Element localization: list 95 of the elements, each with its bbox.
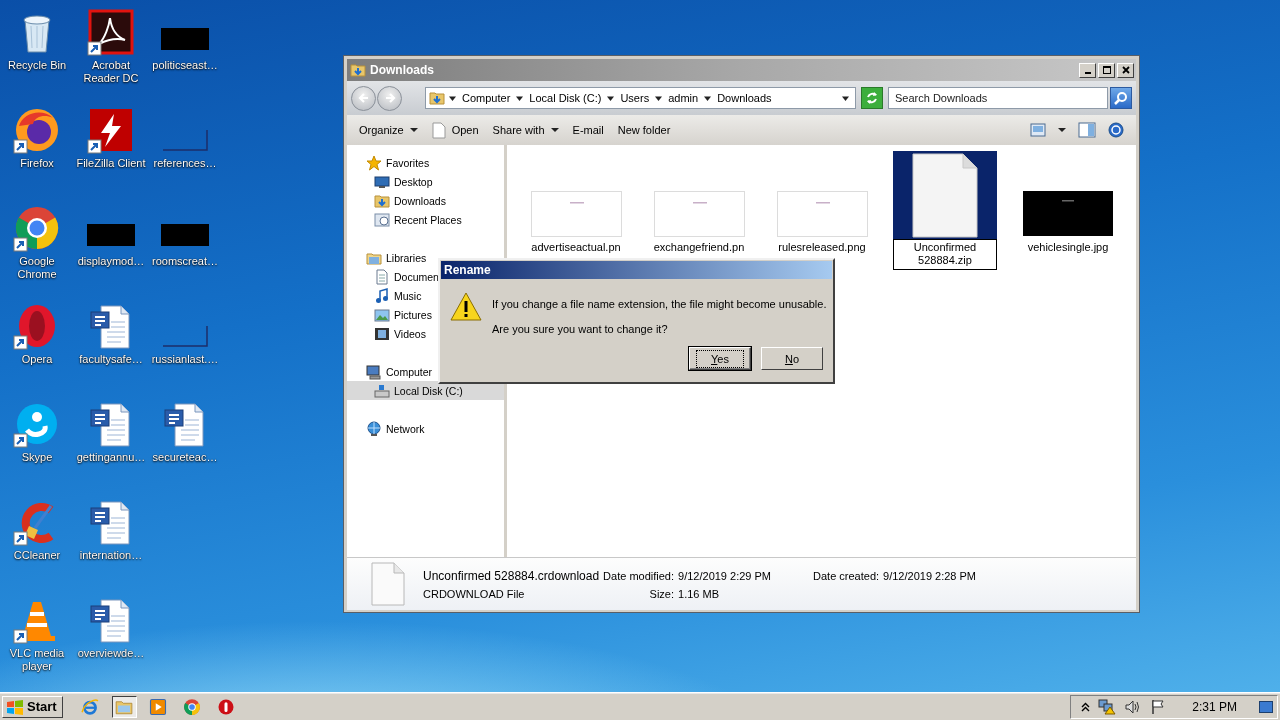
help-icon[interactable] <box>1108 122 1124 138</box>
flag-icon[interactable] <box>1150 698 1167 715</box>
breadcrumb-arrow-icon[interactable] <box>704 94 712 102</box>
filezilla-icon[interactable] <box>87 106 135 154</box>
icon-label[interactable]: Opera <box>21 353 53 366</box>
search-field[interactable]: Search Downloads <box>888 87 1108 109</box>
document-icon <box>374 268 390 285</box>
icon-label[interactable]: Skype <box>21 451 53 464</box>
icon-label[interactable]: Recycle Bin <box>7 59 67 72</box>
breadcrumb-item[interactable]: Computer <box>460 92 513 104</box>
dialog-question: Are you sure you want to change it? <box>492 323 669 335</box>
hard-disk-icon <box>374 382 390 399</box>
folder-icon <box>429 90 445 106</box>
back-button[interactable] <box>351 85 376 111</box>
recent-places-icon <box>374 211 390 228</box>
caret-icon <box>550 126 559 134</box>
nav-item[interactable]: Network <box>347 419 504 438</box>
dialog-button[interactable]: No <box>761 347 823 370</box>
forward-button[interactable] <box>377 85 402 111</box>
toolbar-button[interactable]: E-mail <box>566 121 610 139</box>
preview-pane-icon[interactable] <box>1078 122 1096 138</box>
windows-logo-icon <box>6 698 24 715</box>
dropdown-caret-icon[interactable] <box>842 94 849 102</box>
music-note-icon <box>374 287 390 304</box>
icon-label[interactable]: displaymod… <box>77 255 145 268</box>
icon-label[interactable]: gettingannu… <box>76 451 146 464</box>
downloads-folder-icon <box>374 192 390 209</box>
file-icon <box>371 562 405 606</box>
icon-label[interactable]: Acrobat Reader DC <box>74 59 148 85</box>
nav-item[interactable]: Recent Places <box>347 210 504 229</box>
icon-label[interactable]: internation… <box>79 549 143 562</box>
icon-label[interactable]: CCleaner <box>13 549 61 562</box>
clock[interactable]: 2:31 PM <box>1192 699 1237 714</box>
file-name[interactable]: Unconfirmed 528884.zip <box>893 239 997 270</box>
computer-icon <box>366 363 382 380</box>
file-name[interactable]: advertiseactual.pn <box>524 239 628 257</box>
nav-item[interactable]: Desktop <box>347 172 504 191</box>
caret-icon <box>409 126 418 134</box>
caret-icon[interactable] <box>1058 126 1066 134</box>
field-label: Date modified: <box>603 569 675 582</box>
dialog-title: Rename <box>444 263 491 277</box>
icon-label[interactable]: FileZilla Client <box>76 157 146 170</box>
pictures-icon <box>374 306 390 323</box>
toolbar-button[interactable]: New folder <box>611 121 677 139</box>
icon-label[interactable]: Firefox <box>20 157 54 170</box>
chevron-icon[interactable] <box>1081 700 1091 713</box>
firefox-icon[interactable] <box>13 106 61 154</box>
dialog-button[interactable]: Yes <box>689 347 751 370</box>
icon-label[interactable]: references… <box>153 157 217 170</box>
field-label: Size: <box>649 587 675 600</box>
network-icon[interactable] <box>1098 698 1117 715</box>
file-name[interactable]: rulesreleased.png <box>770 239 874 257</box>
folder-icon <box>350 62 366 78</box>
icon-label[interactable]: roomscreat… <box>152 255 218 268</box>
breadcrumb-arrow-icon[interactable] <box>449 94 456 102</box>
film-icon <box>374 325 390 342</box>
icon-label[interactable]: russianlast.… <box>151 353 219 366</box>
icon-label[interactable]: politicseast… <box>152 59 218 72</box>
show-desktop-icon[interactable] <box>1259 700 1273 713</box>
file-name[interactable]: exchangefriend.pn <box>647 239 751 257</box>
start-button[interactable]: Start <box>2 695 63 718</box>
icon-label[interactable]: Google Chrome <box>0 255 74 281</box>
network-globe-icon <box>366 420 382 437</box>
breadcrumb-item[interactable]: admin <box>666 92 701 104</box>
dialog-message: If you change a file name extension, the file might become unusable. <box>492 298 827 310</box>
icon-label[interactable]: facultysafe… <box>79 353 143 366</box>
chrome-icon[interactable] <box>13 204 61 252</box>
breadcrumb-arrow-icon[interactable] <box>607 94 615 102</box>
star-icon <box>366 154 382 171</box>
open-button[interactable]: Open <box>425 118 485 142</box>
menu-button[interactable]: Share with <box>486 121 565 139</box>
address-bar[interactable]: Computer Local Disk (C:) Users admin Downloads <box>425 87 856 109</box>
desktop-icon <box>374 173 390 190</box>
field-label: Date created: <box>813 569 880 582</box>
details-file-type: CRDOWNLOAD File <box>423 587 526 600</box>
field-value: 9/12/2019 2:28 PM <box>883 569 977 582</box>
breadcrumb-item[interactable]: Downloads <box>715 92 774 104</box>
icon-label[interactable]: secureteac… <box>152 451 218 464</box>
details-file-name: Unconfirmed 528884.crdownload <box>423 568 600 583</box>
breadcrumb-item[interactable]: Local Disk (C:) <box>527 92 604 104</box>
warning-icon <box>450 291 482 323</box>
nav-item[interactable]: Favorites <box>347 153 504 172</box>
file-icon <box>431 121 446 139</box>
nav-item[interactable]: Local Disk (C:) <box>347 381 504 400</box>
file-name[interactable]: vehiclesingle.jpg <box>1016 239 1120 257</box>
breadcrumb-item[interactable]: Users <box>618 92 652 104</box>
pdf-reader-icon[interactable] <box>87 8 135 56</box>
file-icon[interactable] <box>893 151 997 239</box>
nav-item[interactable]: Downloads <box>347 191 504 210</box>
field-value: 9/12/2019 2:29 PM <box>678 569 771 582</box>
breadcrumb-arrow-icon[interactable] <box>516 94 524 102</box>
menu-button[interactable]: Organize <box>353 121 424 139</box>
breadcrumb-arrow-icon[interactable] <box>655 94 663 102</box>
window-title: Downloads <box>370 63 434 77</box>
field-value: 1.16 MB <box>678 587 720 600</box>
